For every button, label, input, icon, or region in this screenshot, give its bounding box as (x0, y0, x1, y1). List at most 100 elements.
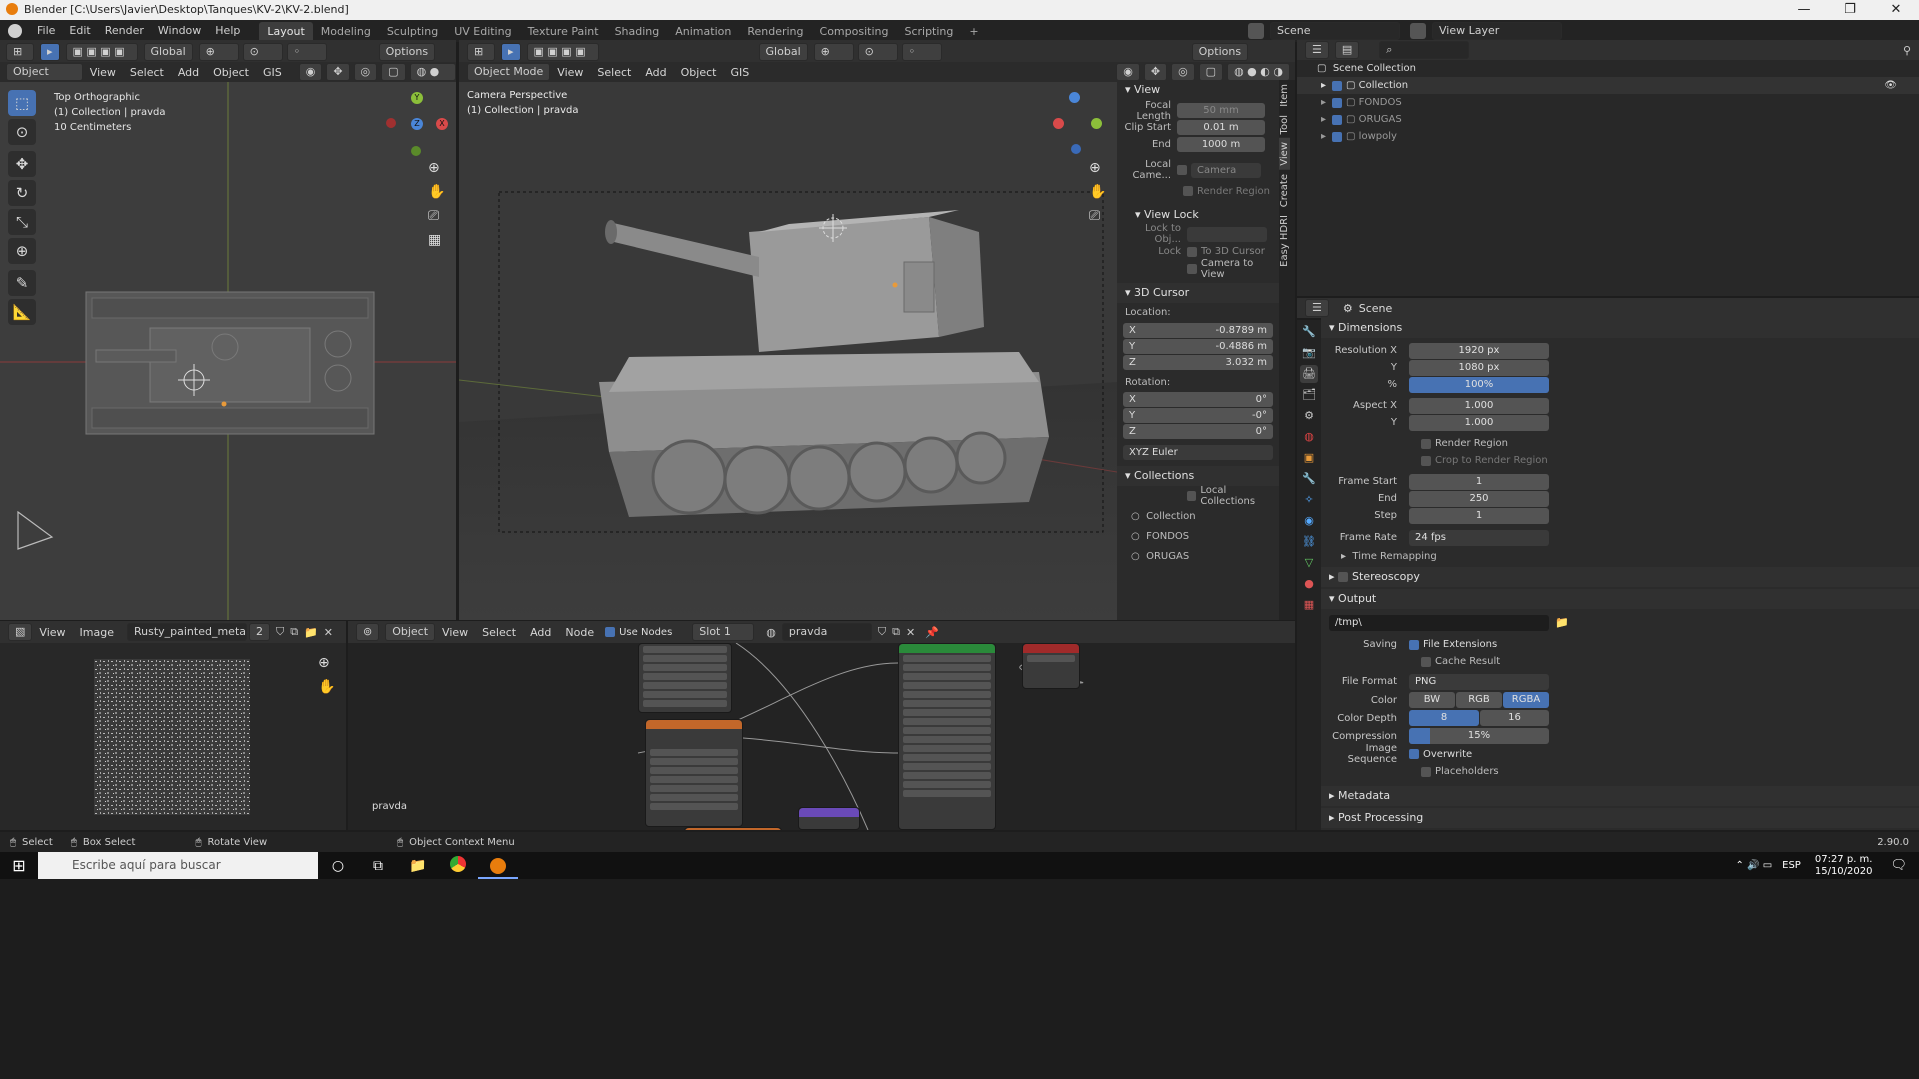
file-format-dropdown[interactable]: PNG (1409, 673, 1549, 690)
left-mode-dropdown[interactable]: Object Mode (6, 63, 83, 94)
post-processing-header[interactable]: ▸ Post Processing (1321, 808, 1919, 828)
tray-icons[interactable]: ⌃ 🔊 ▭ (1736, 860, 1773, 871)
object-props-icon[interactable]: ▣ (1300, 449, 1318, 467)
outliner-item-fondos[interactable]: ▸ ▢ FONDOS (1297, 94, 1919, 111)
resolution-x-field[interactable]: 1920 px (1409, 342, 1549, 359)
camera-view-icon[interactable]: ⎚ (428, 208, 445, 224)
input-language[interactable]: ESP (1782, 860, 1801, 871)
image-menu-image[interactable]: Image (73, 626, 121, 639)
left-gizmo-icon[interactable]: ✥ (326, 63, 350, 81)
cursor-y-field[interactable]: Y -0.4886 m (1123, 339, 1273, 354)
minimize-button[interactable]: — (1781, 0, 1827, 20)
main-menu-select[interactable]: Select (590, 66, 638, 79)
measure-tool-icon[interactable]: 📐 (8, 299, 36, 325)
left-menu-add[interactable]: Add (171, 66, 206, 79)
tool-props-icon[interactable]: 🔧 (1300, 323, 1318, 341)
left-viewport[interactable]: Top Orthographic (1) Collection | pravda… (0, 82, 456, 620)
main-gizmo-y[interactable] (1091, 118, 1102, 129)
material-props-icon[interactable]: ● (1300, 575, 1318, 593)
node-editor-type[interactable]: ⊚ (356, 623, 380, 641)
node-object-dropdown[interactable]: Object (385, 623, 436, 641)
resolution-y-field[interactable]: 1080 px (1409, 359, 1549, 376)
cursor-rot-z-field[interactable]: Z 0° (1123, 424, 1273, 439)
aspect-y-field[interactable]: 1.000 (1409, 414, 1549, 431)
render-region-checkbox-n[interactable] (1183, 186, 1193, 196)
image-texture-node[interactable] (638, 643, 732, 713)
pivot-dropdown[interactable]: ⊕ (198, 43, 239, 61)
output-props-icon[interactable]: 🖨 (1300, 365, 1318, 383)
cursor-x-field[interactable]: X -0.8789 m (1123, 323, 1273, 338)
outliner-display-mode[interactable]: ▤ (1334, 41, 1360, 59)
main-menu-view[interactable]: View (550, 66, 590, 79)
image-texture-node-3[interactable] (684, 827, 782, 830)
left-menu-gis[interactable]: GIS (256, 66, 289, 79)
resolution-percentage-field[interactable]: 100% (1409, 376, 1549, 393)
task-view-icon[interactable]: ⧉ (358, 858, 398, 874)
annotate-tool-icon[interactable]: ✎ (8, 270, 36, 296)
image-pan-icon[interactable]: ✋ (318, 679, 335, 695)
outliner-item-lowpoly[interactable]: ▸ ▢ lowpoly (1297, 128, 1919, 145)
cursor-z-field[interactable]: Z 3.032 m (1123, 355, 1273, 370)
outliner-search-input[interactable]: ⌕ (1379, 41, 1470, 59)
tab-modeling[interactable]: Modeling (313, 22, 379, 42)
tab-item[interactable]: Item (1279, 80, 1290, 111)
new-image-icon[interactable]: ⧉ (290, 625, 298, 639)
image-zoom-icon[interactable]: ⊕ (318, 655, 330, 671)
dimensions-header[interactable]: ▾ Dimensions (1321, 318, 1919, 338)
left-nav-gizmo[interactable]: Y Z X (380, 88, 450, 158)
left-menu-select[interactable]: Select (123, 66, 171, 79)
main-pan-hand-icon[interactable]: ✋ (1089, 184, 1106, 200)
material-output-node[interactable] (1022, 643, 1080, 689)
gizmo-neg-y[interactable] (411, 146, 421, 156)
tab-texture-paint[interactable]: Texture Paint (520, 22, 607, 42)
move-tool-icon[interactable]: ✥ (8, 151, 36, 177)
main-editor-type-button[interactable]: ⊞ (467, 43, 495, 61)
node-menu-node[interactable]: Node (558, 626, 601, 639)
main-proportional-toggle[interactable]: ◦ (901, 43, 942, 61)
pan-hand-icon[interactable]: ✋ (428, 184, 445, 200)
main-gizmo-icon[interactable]: ✥ (1143, 63, 1168, 81)
depth-8-button[interactable]: 8 (1409, 710, 1479, 726)
file-explorer-icon[interactable]: 📁 (398, 858, 438, 874)
select-box-tool-icon[interactable]: ⬚ (8, 90, 36, 116)
eye-icon[interactable]: 👁 (1884, 80, 1897, 91)
cursor-rot-x-field[interactable]: X 0° (1123, 392, 1273, 407)
n-collection-item[interactable]: ○ FONDOS (1117, 526, 1279, 546)
left-shading-icons[interactable]: ◍ ● ◐ (409, 63, 456, 94)
image-editor-type[interactable]: ▧ (8, 623, 33, 641)
gizmo-z-axis[interactable]: Z (411, 118, 423, 130)
outliner-root[interactable]: ▢ Scene Collection (1297, 60, 1919, 77)
tab-easy-hdri[interactable]: Easy HDRI (1279, 211, 1290, 271)
menu-file[interactable]: File (30, 20, 62, 42)
tab-shading[interactable]: Shading (607, 22, 668, 42)
close-button[interactable]: ✕ (1873, 0, 1919, 20)
folder-icon[interactable]: 📁 (1555, 616, 1569, 629)
tab-layout[interactable]: Layout (259, 22, 313, 42)
scene-props-icon[interactable]: ⚙ (1300, 407, 1318, 425)
left-orientation-dropdown[interactable]: Global (143, 43, 193, 61)
frame-start-field[interactable]: 1 (1409, 473, 1549, 490)
local-camera-field[interactable]: Camera (1191, 162, 1261, 178)
image-datablock-field[interactable]: Rusty_painted_meta... (126, 623, 247, 641)
output-header[interactable]: ▾ Output (1321, 589, 1919, 609)
tab-view[interactable]: View (1279, 138, 1290, 170)
image-texture-node-2[interactable] (645, 719, 743, 827)
view-lock-header[interactable]: ▾ View Lock (1117, 205, 1279, 225)
focal-length-field[interactable]: 50 mm (1177, 103, 1265, 118)
menu-help[interactable]: Help (208, 20, 247, 42)
color-rgba-button[interactable]: RGBA (1503, 692, 1549, 708)
main-menu-gis[interactable]: GIS (723, 66, 756, 79)
material-unlink-icon[interactable]: ✕ (906, 626, 915, 639)
left-options-button[interactable]: Options (378, 43, 436, 61)
main-select-mode-buttons[interactable]: ▣ ▣ ▣ ▣ (526, 43, 599, 61)
main-options-button[interactable]: Options (1191, 43, 1249, 61)
main-visibility-icon[interactable]: ◉ (1116, 63, 1140, 81)
maximize-button[interactable]: ❐ (1827, 0, 1873, 20)
cursor-rot-y-field[interactable]: Y -0° (1123, 408, 1273, 423)
node-menu-view[interactable]: View (435, 626, 475, 639)
depth-16-button[interactable]: 16 (1480, 710, 1549, 726)
taskbar-search-input[interactable]: Escribe aquí para buscar (38, 852, 318, 879)
overwrite-checkbox[interactable] (1409, 749, 1419, 759)
tab-animation[interactable]: Animation (667, 22, 739, 42)
main-overlay-icon[interactable]: ◎ (1171, 63, 1195, 81)
